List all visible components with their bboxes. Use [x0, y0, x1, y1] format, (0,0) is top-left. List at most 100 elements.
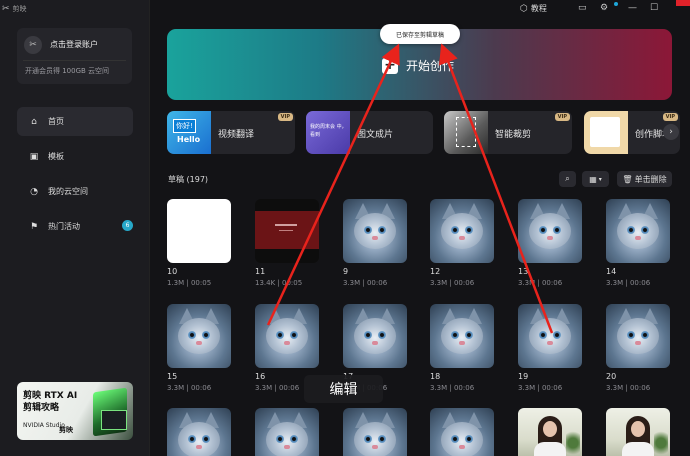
draft-thumbnail[interactable] — [606, 304, 670, 368]
cat-face — [529, 318, 571, 354]
cat-face — [617, 318, 659, 354]
sidebar-nav: ⌂ 首页 ▣ 模板 ◔ 我的云空间 ⚑ 热门活动 6 — [17, 107, 133, 247]
gear-icon: ⚙ — [600, 3, 609, 13]
maximize-button[interactable]: ☐ — [650, 3, 658, 13]
grid-icon: ▦ — [589, 174, 597, 184]
sidebar-item-home[interactable]: ⌂ 首页 — [17, 107, 133, 136]
draft-name: 13 — [518, 267, 529, 276]
rtx-promo-banner[interactable]: 剪映 RTX AI 剪辑攻略 NVIDIA Studio 剪映 — [17, 382, 133, 440]
thumb-caption: 我的周末会 中，看到 — [310, 124, 347, 138]
minimize-icon: — — [628, 3, 637, 13]
cat-face — [354, 213, 396, 249]
thumb-caption: Hello — [177, 135, 201, 144]
sidebar-item-templates[interactable]: ▣ 模板 — [17, 142, 133, 171]
cat-face — [266, 318, 308, 354]
trash-icon: 🗑 — [622, 174, 633, 184]
login-link[interactable]: 点击登录账户 — [50, 39, 98, 50]
sidebar-item-events[interactable]: ⚑ 热门活动 6 — [17, 212, 133, 241]
draft-thumbnail[interactable] — [430, 199, 494, 263]
notification-badge: 6 — [122, 220, 133, 231]
draft-thumbnail[interactable] — [167, 199, 231, 263]
feature-thumbnail: 你好! Hello — [167, 111, 211, 154]
video-frame — [255, 211, 319, 249]
titlebar: ⬡ 教程 ▭ ⚙ — ☐ — [150, 0, 690, 18]
cat-face — [441, 318, 483, 354]
draft-thumbnail[interactable] — [430, 304, 494, 368]
cat-face — [354, 422, 396, 456]
cloud-icon: ◔ — [30, 186, 38, 197]
cat-face — [178, 422, 220, 456]
draft-thumbnail[interactable] — [430, 408, 494, 456]
chevron-down-icon: ▾ — [598, 175, 602, 183]
sidebar: ✂ 剪映 ✂ 点击登录账户 开通会员得 100GB 云空间 ⌂ 首页 ▣ 模板 … — [0, 0, 150, 456]
cat-face — [266, 422, 308, 456]
draft-name: 20 — [606, 372, 617, 381]
promo-subtitle: 剪辑攻略 — [23, 403, 60, 413]
feature-text-to-video[interactable]: 我的周末会 中，看到 图文成片 — [306, 111, 433, 154]
drafts-title: 草稿 (197) — [168, 175, 209, 184]
draft-thumbnail[interactable] — [518, 304, 582, 368]
feature-smart-crop[interactable]: 智能裁剪 VIP — [444, 111, 572, 154]
thumb-caption: 你好! — [173, 119, 196, 133]
cat-face — [441, 422, 483, 456]
message-icon: ▭ — [578, 3, 587, 13]
feature-label: 智能裁剪 — [495, 130, 532, 140]
feedback-button[interactable]: ▭ — [578, 3, 587, 13]
vip-promo-link[interactable]: 开通会员得 100GB 云空间 — [25, 66, 109, 76]
draft-thumbnail[interactable] — [167, 304, 231, 368]
home-icon: ⌂ — [31, 116, 37, 127]
feature-video-translate[interactable]: 你好! Hello 视频翻译 VIP — [167, 111, 295, 154]
chevron-right-icon: › — [669, 127, 673, 137]
feature-thumbnail — [444, 111, 488, 154]
delete-button[interactable]: 🗑 单击删除 — [617, 171, 672, 187]
cat-face — [178, 318, 220, 354]
draft-thumbnail[interactable] — [343, 304, 407, 368]
draft-name: 14 — [606, 267, 617, 276]
draft-name: 10 — [167, 267, 178, 276]
settings-button[interactable]: ⚙ — [600, 3, 608, 13]
draft-name: 18 — [430, 372, 441, 381]
app-window: ✂ 剪映 ✂ 点击登录账户 开通会员得 100GB 云空间 ⌂ 首页 ▣ 模板 … — [0, 0, 690, 456]
draft-thumbnail[interactable] — [518, 199, 582, 263]
draft-thumbnail[interactable] — [518, 408, 582, 456]
feature-thumbnail — [584, 111, 628, 154]
draft-thumbnail[interactable] — [255, 304, 319, 368]
tutorial-label: 教程 — [530, 4, 547, 13]
tutorial-button[interactable]: ⬡ 教程 — [520, 3, 547, 14]
draft-name: 15 — [167, 372, 178, 381]
draft-thumbnail[interactable] — [343, 199, 407, 263]
app-logo-text: 剪映 — [12, 5, 27, 13]
promo-brand: 剪映 — [59, 426, 73, 434]
draft-thumbnail[interactable] — [167, 408, 231, 456]
draft-meta: 3.3M | 00:06 — [167, 384, 212, 392]
view-mode-button[interactable]: ▦ ▾ — [582, 171, 609, 187]
cube-icon: ⬡ — [520, 3, 528, 14]
draft-thumbnail[interactable] — [606, 408, 670, 456]
maximize-icon: ☐ — [650, 3, 659, 13]
account-card[interactable]: ✂ 点击登录账户 开通会员得 100GB 云空间 — [17, 28, 132, 84]
vip-badge: VIP — [662, 113, 678, 121]
sidebar-item-label: 热门活动 — [48, 222, 80, 231]
sidebar-item-label: 模板 — [48, 152, 64, 161]
template-icon: ▣ — [29, 151, 39, 162]
plant-image — [566, 428, 580, 456]
feature-label: 图文成片 — [357, 130, 394, 140]
draft-thumbnail[interactable] — [255, 199, 319, 263]
sidebar-item-label: 我的云空间 — [48, 187, 88, 196]
cat-face — [354, 318, 396, 354]
vip-badge: VIP — [554, 113, 570, 121]
document-icon — [590, 117, 620, 147]
draft-meta: 3.3M | 00:06 — [255, 384, 300, 392]
flag-icon: ⚑ — [29, 221, 39, 232]
scroll-right-button[interactable]: › — [663, 124, 679, 140]
close-button[interactable] — [676, 0, 690, 6]
search-button[interactable]: ⌕ — [559, 171, 576, 187]
start-creating-button[interactable]: + 开始创作 — [382, 57, 454, 74]
draft-meta: 3.3M | 00:06 — [430, 384, 475, 392]
draft-thumbnail[interactable] — [343, 408, 407, 456]
draft-thumbnail[interactable] — [606, 199, 670, 263]
sidebar-item-cloud[interactable]: ◔ 我的云空间 — [17, 177, 133, 206]
draft-meta: 3.3M | 00:06 — [606, 384, 651, 392]
minimize-button[interactable]: — — [628, 3, 637, 13]
draft-thumbnail[interactable] — [255, 408, 319, 456]
